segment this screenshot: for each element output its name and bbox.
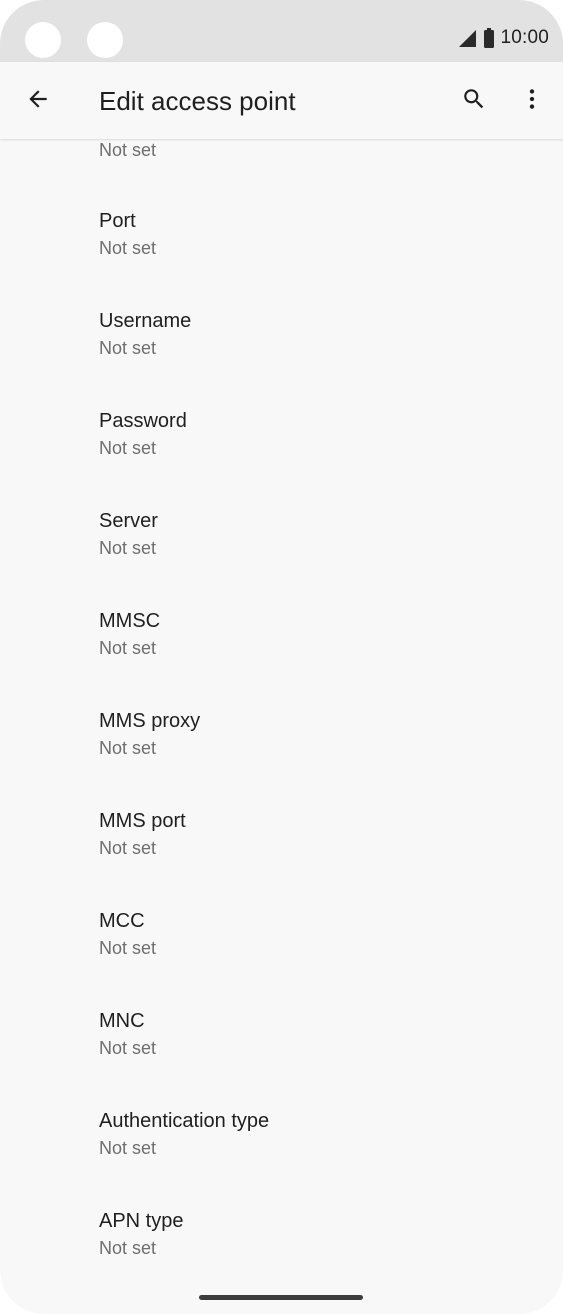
list-item-title: Authentication type — [99, 1110, 270, 1132]
front-camera-left — [25, 22, 61, 58]
search-button[interactable] — [454, 81, 494, 121]
list-item-server[interactable]: Server Not set — [0, 510, 563, 610]
list-item-title: APN type — [99, 1210, 184, 1232]
status-icons: 10:00 — [457, 26, 549, 50]
list-item-title: MMS proxy — [99, 710, 201, 732]
list-item-summary: Not set — [99, 838, 157, 858]
list-item-summary: Not set — [99, 438, 157, 458]
list-item-mnc[interactable]: MNC Not set — [0, 1010, 563, 1110]
status-bar: 10:00 — [0, 0, 563, 62]
list-item-title: MMSC — [99, 610, 161, 632]
list-item-summary: Not set — [99, 538, 157, 558]
list-item-summary: Not set — [99, 140, 157, 160]
list-item-summary: Not set — [99, 638, 157, 658]
list-item-summary: Not set — [99, 938, 157, 958]
list-item-mms-port[interactable]: MMS port Not set — [0, 810, 563, 910]
list-item-summary: Not set — [99, 1238, 157, 1258]
list-item-summary: Not set — [99, 738, 157, 758]
status-time: 10:00 — [500, 27, 549, 48]
gesture-navigation-handle[interactable] — [199, 1295, 363, 1300]
more-vert-icon — [519, 86, 545, 117]
list-item-title: Server — [99, 510, 158, 532]
list-item-authentication-type[interactable]: Authentication type Not set — [0, 1110, 563, 1210]
signal-icon — [457, 28, 477, 48]
back-arrow-icon — [25, 86, 51, 117]
app-toolbar: Edit access point — [0, 62, 563, 139]
list-item-title: Username — [99, 310, 192, 332]
list-item-summary: Not set — [99, 1038, 157, 1058]
list-item-title: MNC — [99, 1010, 145, 1032]
list-item-mcc[interactable]: MCC Not set — [0, 910, 563, 1010]
list-item-summary: Not set — [99, 1138, 157, 1158]
list-item-username[interactable]: Username Not set — [0, 310, 563, 410]
list-item-mms-proxy[interactable]: MMS proxy Not set — [0, 710, 563, 810]
list-item-summary: Not set — [99, 338, 157, 358]
list-item-port[interactable]: Port Not set — [0, 210, 563, 310]
search-icon — [461, 86, 487, 117]
front-camera-right — [87, 22, 123, 58]
list-item-title: Port — [99, 210, 136, 232]
battery-icon — [483, 28, 495, 48]
list-item-password[interactable]: Password Not set — [0, 410, 563, 510]
more-options-button[interactable] — [512, 81, 552, 121]
back-button[interactable] — [18, 81, 58, 121]
page-title: Edit access point — [99, 86, 296, 116]
list-item-title: MCC — [99, 910, 145, 932]
list-item-summary: Not set — [99, 238, 157, 258]
list-item-title: MMS port — [99, 810, 186, 832]
phone-screen: 10:00 Edit access point Not set Port Not… — [0, 0, 563, 1314]
list-item-title: Password — [99, 410, 187, 432]
list-item-mmsc[interactable]: MMSC Not set — [0, 610, 563, 710]
